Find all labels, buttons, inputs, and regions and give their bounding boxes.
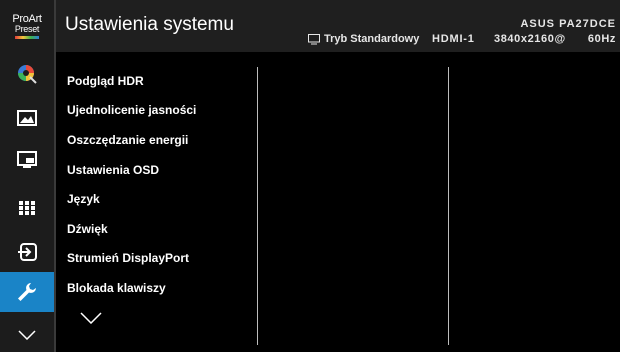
refresh-status: 60Hz [587, 33, 616, 45]
menu-item-uniformity[interactable]: Ujednolicenie jasności [67, 103, 196, 117]
logo-color-bar [15, 35, 39, 39]
chevron-down-icon[interactable] [80, 312, 102, 324]
image-icon [17, 110, 37, 126]
input-select-icon [18, 243, 37, 261]
chevron-down-icon [18, 330, 36, 340]
mode-label: Tryb Standardowy [324, 33, 420, 45]
sidebar-item-color[interactable] [0, 56, 54, 92]
menu-item-power-saving[interactable]: Oszczędzanie energii [67, 133, 188, 147]
page-title: Ustawienia systemu [65, 14, 234, 35]
header: Ustawienia systemu Tryb Standardowy HDMI… [56, 0, 620, 52]
grid-icon [19, 201, 35, 215]
settings-panel: Podgląd HDR Ujednolicenie jasności Oszcz… [56, 52, 620, 352]
sidebar-item-pip[interactable] [0, 142, 54, 178]
sidebar-item-system[interactable] [0, 272, 54, 312]
logo-text-top: ProArt [12, 12, 42, 25]
input-status: HDMI-1 [432, 33, 475, 45]
sidebar-item-input[interactable] [0, 234, 54, 270]
column-divider-2 [448, 67, 449, 345]
column-divider-1 [257, 67, 258, 345]
sidebar-item-qfit[interactable] [0, 190, 54, 226]
monitor-icon [308, 33, 320, 44]
model-name: ASUS PA27DCE [520, 18, 616, 30]
sidebar-item-image[interactable] [0, 100, 54, 136]
logo-text-bottom: Preset [14, 23, 40, 34]
menu-item-key-lock[interactable]: Blokada klawiszy [67, 281, 166, 295]
sidebar-item-more[interactable] [0, 318, 54, 352]
wrench-icon [18, 283, 36, 301]
mode-status: Tryb Standardowy [308, 33, 419, 45]
menu-item-osd-setup[interactable]: Ustawienia OSD [67, 163, 159, 177]
menu-item-sound[interactable]: Dźwięk [67, 222, 108, 236]
resolution-status: 3840x2160@ [494, 33, 566, 45]
proart-preset-logo[interactable]: ProArt Preset [0, 0, 54, 52]
pip-icon [17, 151, 37, 168]
color-wheel-icon [18, 65, 37, 84]
menu-item-language[interactable]: Język [67, 192, 100, 206]
sidebar: ProArt Preset [0, 0, 54, 352]
menu-item-displayport-stream[interactable]: Strumień DisplayPort [67, 251, 189, 265]
menu-item-hdr-preview[interactable]: Podgląd HDR [67, 74, 144, 88]
